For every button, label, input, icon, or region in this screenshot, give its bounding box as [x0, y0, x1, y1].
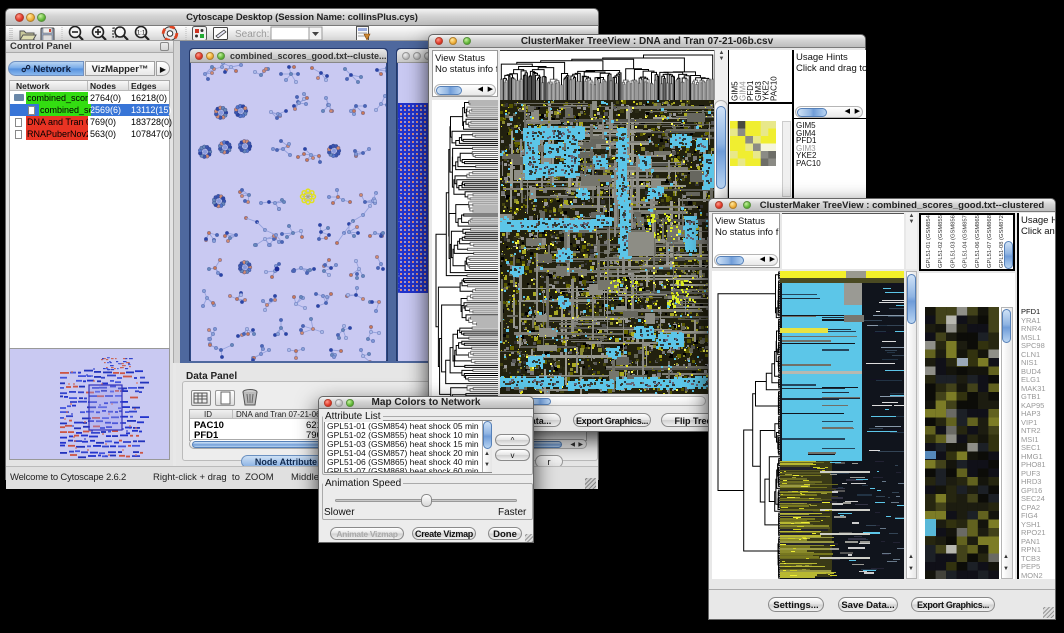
- svg-text:1:1: 1:1: [137, 31, 146, 37]
- svg-text:Search:: Search:: [235, 29, 269, 40]
- svg-text:PAC10: PAC10: [770, 76, 779, 101]
